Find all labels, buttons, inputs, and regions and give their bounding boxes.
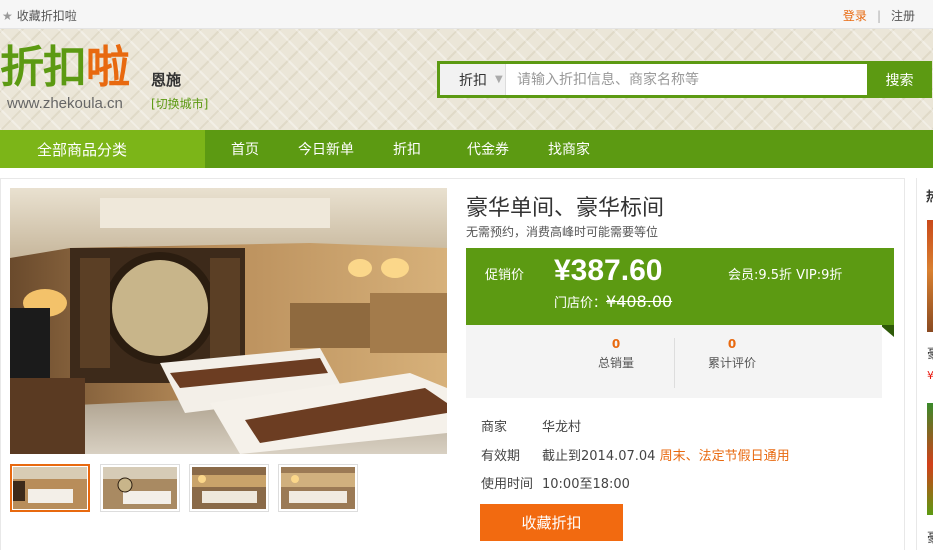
validity-date: 截止到2014.07.04 xyxy=(542,449,656,464)
search-input[interactable] xyxy=(507,64,865,95)
star-icon: ★ xyxy=(2,8,13,23)
stat-reviews[interactable]: 0 累计评价 xyxy=(662,337,802,371)
favorite-deal-button[interactable]: 收藏折扣 xyxy=(480,504,623,541)
vip-discount-info: 会员:9.5折 VIP:9折 xyxy=(728,268,843,283)
sidebar-item-2-title[interactable]: 豪 xyxy=(927,527,933,546)
search-button[interactable]: 搜索 xyxy=(867,61,932,98)
site-header: 折扣啦 www.zhekoula.cn 恩施 [切换城市] 折扣 ▼ 搜索 xyxy=(0,29,933,130)
store-price-label: 门店价： xyxy=(554,296,607,311)
nav-item-merchants[interactable]: 找商家 xyxy=(548,130,590,168)
logo-char-1: 折 xyxy=(0,42,44,93)
logo-char-3: 啦 xyxy=(86,42,130,93)
promo-price: ¥387.60 xyxy=(554,254,663,287)
price-box-corner xyxy=(880,325,894,337)
current-city: 恩施 xyxy=(151,71,182,89)
switch-city-link[interactable]: [切换城市] xyxy=(151,95,208,112)
auth-links: 登录 | 注册 xyxy=(843,7,915,24)
favorite-site-label: 收藏折扣啦 xyxy=(16,9,77,23)
nav-item-voucher[interactable]: 代金券 xyxy=(467,130,509,168)
logo-char-2: 扣 xyxy=(43,42,87,93)
nav-item-discount[interactable]: 折扣 xyxy=(393,130,421,168)
nav-item-new-today[interactable]: 今日新单 xyxy=(298,130,354,168)
store-price-value: ¥408.00 xyxy=(606,292,673,311)
merchant-row: 商家 华龙村 xyxy=(481,416,581,435)
sales-stats: 0 总销量 0 累计评价 xyxy=(466,325,882,398)
thumbnail-1[interactable] xyxy=(10,464,90,512)
main-nav: 全部商品分类 首页 今日新单 折扣 代金券 找商家 xyxy=(0,130,933,168)
search-category-select[interactable]: 折扣 ▼ xyxy=(440,64,506,95)
promo-price-label: 促销价 xyxy=(485,268,525,283)
search-bar: 折扣 ▼ 搜索 xyxy=(437,61,932,98)
sidebar-item-1-price: ¥ xyxy=(927,369,933,382)
login-link[interactable]: 登录 xyxy=(843,7,867,24)
search-category-label: 折扣 xyxy=(459,72,487,89)
chevron-down-icon: ▼ xyxy=(495,74,503,85)
validity-label: 有效期 xyxy=(481,449,521,464)
thumbnail-2[interactable] xyxy=(100,464,180,512)
hot-deals-sidebar: 热 豪 ¥ 豪 xyxy=(916,178,933,550)
product-subtitle: 无需预约，消费高峰时可能需要等位 xyxy=(466,225,659,239)
reviews-label: 累计评价 xyxy=(707,356,756,370)
sidebar-item-2-image[interactable] xyxy=(927,403,933,515)
logo-url: www.zhekoula.cn xyxy=(7,95,123,112)
product-main-photo[interactable] xyxy=(10,188,447,454)
search-inner: 折扣 ▼ xyxy=(440,64,867,95)
hours-label: 使用时间 xyxy=(481,477,534,492)
sidebar-heading: 热 xyxy=(926,186,933,205)
all-categories-menu[interactable]: 全部商品分类 xyxy=(0,130,205,168)
site-logo[interactable]: 折扣啦 xyxy=(0,42,130,93)
product-title: 豪华单间、豪华标间 xyxy=(466,196,665,221)
top-bar: ★ 收藏折扣啦 登录 | 注册 xyxy=(0,0,933,29)
hours-row: 使用时间 10:00至18:00 xyxy=(481,473,630,492)
reviews-value: 0 xyxy=(727,337,737,351)
thumbnail-3[interactable] xyxy=(189,464,269,512)
register-link[interactable]: 注册 xyxy=(891,7,915,24)
thumbnail-4[interactable] xyxy=(278,464,358,512)
hours-value: 10:00至18:00 xyxy=(542,477,630,492)
merchant-label: 商家 xyxy=(481,420,508,435)
validity-row: 有效期 截止到2014.07.04 周末、法定节假日通用 xyxy=(481,445,790,464)
favorite-site-link[interactable]: ★ 收藏折扣啦 xyxy=(2,7,77,24)
store-price: 门店价：¥408.00 xyxy=(554,292,672,311)
sidebar-item-1-title[interactable]: 豪 xyxy=(927,343,933,362)
validity-note: 周末、法定节假日通用 xyxy=(659,449,790,464)
nav-item-home[interactable]: 首页 xyxy=(231,130,259,168)
price-box: 促销价 ¥387.60 门店价：¥408.00 会员:9.5折 VIP:9折 xyxy=(466,248,894,337)
auth-separator: | xyxy=(876,8,881,23)
sidebar-item-1-image[interactable] xyxy=(927,220,933,332)
merchant-name[interactable]: 华龙村 xyxy=(542,420,581,435)
